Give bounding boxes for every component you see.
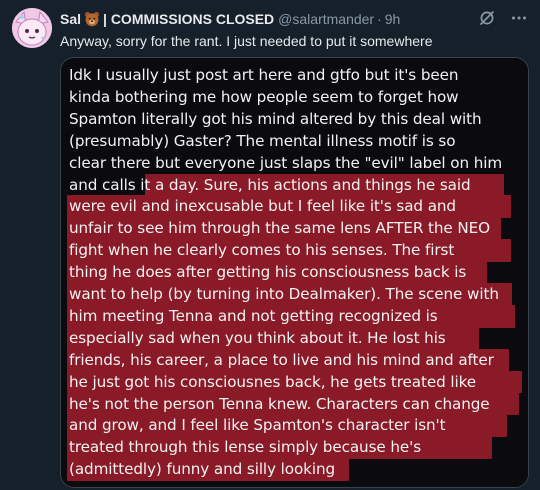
note-text-line: fight when he clearly comes to his sense… — [69, 241, 455, 260]
note-text-line: him meeting Tenna and not getting recogn… — [69, 306, 438, 325]
tweet[interactable]: Sal | COMMISSIONS CLOSED @salartmander ·… — [0, 0, 540, 490]
tweet-actions — [478, 9, 528, 27]
note-text-line: he just got his consciousnes back, he ge… — [69, 372, 476, 391]
header-separator: · — [377, 11, 382, 27]
more-icon[interactable] — [510, 9, 528, 27]
tweet-header: Sal | COMMISSIONS CLOSED @salartmander ·… — [60, 9, 528, 29]
note-text-line: treated through this lense simply becaus… — [69, 438, 422, 457]
note-text-line: he's not the person Tenna knew. Characte… — [69, 394, 490, 413]
note-text-line: kinda bothering me how people seem to fo… — [69, 87, 459, 106]
note-text-line: clear there but everyone just slaps the … — [69, 153, 503, 172]
post-timestamp[interactable]: 9h — [385, 11, 401, 27]
bear-emoji-icon — [84, 11, 100, 27]
note-text-line: friends, his career, a place to live and… — [69, 350, 494, 369]
author-handle[interactable]: @salartmander — [278, 11, 374, 27]
author-name-suffix[interactable]: | COMMISSIONS CLOSED — [103, 11, 274, 27]
note-text-line: unfair to see him through the same lens … — [69, 219, 491, 238]
note-text-line: (admittedly) funny and silly looking — [69, 460, 336, 479]
note-text-line: want to help (by turning into Dealmaker)… — [69, 285, 499, 303]
tweet-text: Anyway, sorry for the rant. I just neede… — [60, 33, 433, 49]
note-text-line: (presumably) Gaster? The mental illness … — [69, 131, 456, 150]
note-text-line: Spamton literally got his mind altered b… — [69, 109, 482, 128]
note-text-line: thing he does after getting his consciou… — [69, 263, 467, 282]
author-display-name[interactable]: Sal — [60, 11, 81, 27]
text-screenshot: Idk I usually just post art here and gtf… — [61, 58, 528, 487]
note-text-line: especially sad when you think about it. … — [69, 328, 446, 347]
note-text-line: and calls it a day. Sure, his actions an… — [69, 175, 471, 194]
avatar-image — [12, 8, 52, 48]
note-text-line: Idk I usually just post art here and gtf… — [69, 66, 459, 84]
avatar[interactable] — [12, 8, 52, 48]
note-text-line: were evil and inexcusable but I feel lik… — [69, 197, 456, 216]
grok-icon[interactable] — [478, 9, 496, 27]
note-text-line: and grow, and I feel like Spamton's char… — [69, 416, 446, 435]
attached-image[interactable]: Idk I usually just post art here and gtf… — [60, 57, 529, 488]
